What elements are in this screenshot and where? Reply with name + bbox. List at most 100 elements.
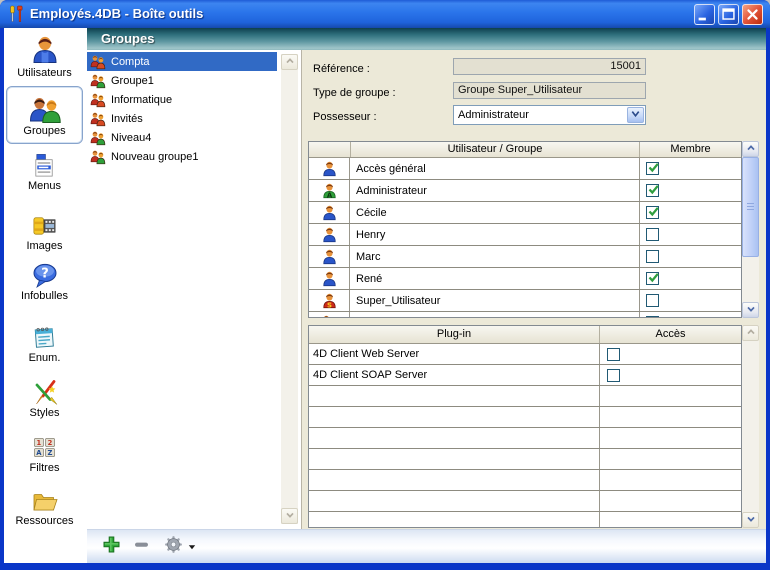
scrollbar-thumb[interactable]	[742, 157, 759, 257]
sidebar-item-menus[interactable]: Menus	[6, 152, 83, 192]
plugin-name: 4D Client SOAP Server	[309, 365, 600, 385]
scroll-up-button[interactable]	[281, 54, 298, 70]
sidebar: Utilisateurs Groupes Menus Images	[4, 28, 87, 563]
plugin-row[interactable]: 4D Client SOAP Server	[309, 365, 741, 386]
sidebar-icon	[6, 212, 83, 239]
plugin-row[interactable]	[309, 386, 741, 407]
member-icon	[309, 246, 350, 267]
plugin-row[interactable]	[309, 491, 741, 512]
member-row[interactable]: Cécile	[309, 202, 741, 224]
sidebar-item-label: Ressources	[6, 515, 83, 527]
chevron-down-icon	[630, 108, 641, 122]
member-checkbox[interactable]	[646, 250, 659, 263]
owner-selected-value: Administrateur	[458, 109, 529, 121]
member-row[interactable]: S Super_Utilisateur	[309, 290, 741, 312]
caret-down-icon	[188, 543, 196, 551]
plugin-access-checkbox[interactable]	[607, 369, 620, 382]
scroll-down-button[interactable]	[281, 508, 298, 524]
owner-label: Possesseur :	[313, 111, 377, 123]
sidebar-icon	[6, 34, 83, 66]
sidebar-item-groupes[interactable]: Groupes	[6, 86, 83, 144]
plugin-row[interactable]	[309, 407, 741, 428]
member-row[interactable]: Accès général	[309, 158, 741, 180]
chevron-up-icon	[285, 53, 295, 71]
group-list-item[interactable]: Invités	[87, 109, 277, 128]
member-checkbox[interactable]	[646, 184, 659, 197]
plugins-scrollbar[interactable]	[742, 325, 759, 528]
plugin-row[interactable]	[309, 512, 741, 528]
plugin-access-checkbox[interactable]	[607, 348, 620, 361]
group-list-item[interactable]: Groupe1	[87, 71, 277, 90]
column-header-user-group: Utilisateur / Groupe	[350, 142, 640, 157]
window-title: Employés.4DB - Boîte outils	[30, 6, 203, 21]
owner-dropdown-button[interactable]	[627, 107, 644, 123]
sidebar-item-filtres[interactable]: 12AZ Filtres	[6, 434, 83, 474]
member-icon	[309, 158, 350, 179]
group-label: Nouveau groupe1	[111, 151, 198, 163]
minus-icon	[132, 535, 151, 559]
member-icon: A	[309, 180, 350, 201]
sidebar-item-enum[interactable]: Enum.	[6, 324, 83, 364]
sidebar-item-images[interactable]: Images	[6, 212, 83, 252]
plugin-row[interactable]	[309, 428, 741, 449]
member-row[interactable]: A Administrateur	[309, 180, 741, 202]
plugin-row[interactable]	[309, 449, 741, 470]
group-label: Groupe1	[111, 75, 154, 87]
member-name: Informatique	[350, 312, 640, 318]
sidebar-item-styles[interactable]: Styles	[6, 378, 83, 419]
plugin-row[interactable]: 4D Client Web Server	[309, 344, 741, 365]
group-label: Niveau4	[111, 132, 151, 144]
member-name: Henry	[350, 224, 640, 245]
member-row[interactable]: Informatique	[309, 312, 741, 318]
plugin-name	[309, 428, 600, 448]
member-row[interactable]: Henry	[309, 224, 741, 246]
group-label: Invités	[111, 113, 143, 125]
reference-field: 15001	[453, 58, 646, 75]
sidebar-item-utilisateurs[interactable]: Utilisateurs	[6, 34, 83, 79]
member-row[interactable]: Marc	[309, 246, 741, 268]
member-checkbox[interactable]	[646, 294, 659, 307]
group-list-item[interactable]: Niveau4	[87, 128, 277, 147]
scroll-down-button[interactable]	[742, 302, 759, 318]
group-icon	[90, 54, 106, 70]
group-list-item[interactable]: Nouveau groupe1	[87, 147, 277, 166]
members-scrollbar[interactable]	[742, 141, 759, 318]
member-row[interactable]: René	[309, 268, 741, 290]
group-list-item[interactable]: Informatique	[87, 90, 277, 109]
close-button[interactable]	[742, 4, 763, 25]
remove-group-button[interactable]	[131, 536, 152, 557]
plugin-row[interactable]	[309, 470, 741, 491]
group-icon	[90, 130, 106, 146]
maximize-button[interactable]	[718, 4, 739, 25]
group-list-scrollbar[interactable]	[281, 54, 298, 524]
sidebar-item-ressources[interactable]: Ressources	[6, 488, 83, 527]
member-checkbox[interactable]	[646, 272, 659, 285]
section-header: Groupes	[87, 28, 766, 51]
plugin-name: 4D Client Web Server	[309, 344, 600, 364]
sidebar-item-label: Groupes	[7, 125, 82, 137]
scroll-down-button[interactable]	[742, 512, 759, 528]
sidebar-item-label: Enum.	[6, 352, 83, 364]
member-icon: S	[309, 290, 350, 311]
gear-icon	[164, 535, 183, 559]
minimize-button[interactable]	[694, 4, 715, 25]
actions-button[interactable]	[163, 536, 184, 557]
member-checkbox[interactable]	[646, 162, 659, 175]
actions-menu-caret[interactable]	[188, 543, 196, 551]
member-checkbox[interactable]	[646, 316, 659, 318]
svg-text:S: S	[327, 301, 332, 309]
member-checkbox[interactable]	[646, 228, 659, 241]
member-icon	[309, 202, 350, 223]
add-group-button[interactable]	[101, 536, 122, 557]
sidebar-item-infobulles[interactable]: ? Infobulles	[6, 262, 83, 302]
members-table-header: Utilisateur / Groupe Membre	[309, 142, 741, 158]
scroll-up-button[interactable]	[742, 141, 759, 157]
column-header-member: Membre	[640, 142, 741, 157]
group-list-item[interactable]: Compta	[87, 52, 277, 71]
scroll-up-button[interactable]	[742, 325, 759, 341]
chevron-down-icon	[746, 511, 756, 529]
group-icon	[90, 92, 106, 108]
member-checkbox[interactable]	[646, 206, 659, 219]
sidebar-item-label: Images	[6, 240, 83, 252]
owner-select[interactable]: Administrateur	[453, 105, 646, 125]
